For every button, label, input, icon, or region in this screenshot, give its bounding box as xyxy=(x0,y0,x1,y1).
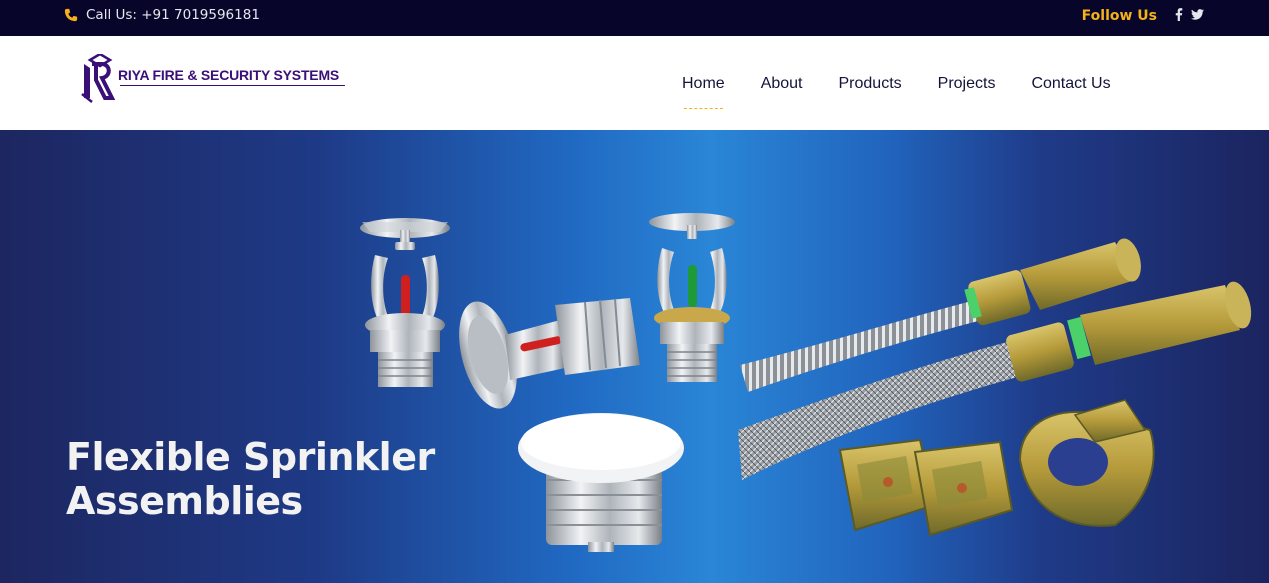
pendent-sprinkler-red xyxy=(360,218,450,387)
call-us[interactable]: Call Us: +91 7019596181 xyxy=(64,0,260,30)
site-logo[interactable]: RIYA FIRE & SECURITY SYSTEMS xyxy=(80,54,350,104)
pendent-sprinkler-green xyxy=(649,213,735,382)
nav-projects[interactable]: Projects xyxy=(938,72,996,96)
hero-title-line-2: Assemblies xyxy=(66,479,303,523)
follow-us: Follow Us xyxy=(1082,0,1204,32)
twitter-icon[interactable] xyxy=(1191,8,1204,24)
nav-home[interactable]: Home xyxy=(682,72,725,109)
logo-underline xyxy=(120,85,345,86)
main-nav: Home About Products Projects Contact Us xyxy=(665,72,1147,109)
concealed-cover-plate xyxy=(518,413,684,552)
mounting-brackets xyxy=(838,399,1155,537)
hero-title-line-1: Flexible Sprinkler xyxy=(66,435,435,479)
top-bar: Call Us: +91 7019596181 Follow Us xyxy=(0,0,1269,36)
site-header: RIYA FIRE & SECURITY SYSTEMS Home About … xyxy=(0,36,1269,130)
nav-products[interactable]: Products xyxy=(839,72,902,96)
logo-text: RIYA FIRE & SECURITY SYSTEMS xyxy=(118,67,340,83)
hero-banner: Flexible Sprinkler Assemblies xyxy=(0,130,1269,583)
call-us-text: Call Us: +91 7019596181 xyxy=(86,7,260,23)
phone-icon xyxy=(64,8,78,22)
sidewall-sprinkler xyxy=(459,298,640,409)
hero-title: Flexible Sprinkler Assemblies xyxy=(66,435,435,523)
logo-mark-icon xyxy=(81,54,116,103)
nav-contact-us[interactable]: Contact Us xyxy=(1031,72,1110,96)
facebook-icon[interactable] xyxy=(1175,7,1183,25)
follow-us-label: Follow Us xyxy=(1081,8,1157,24)
nav-about[interactable]: About xyxy=(761,72,803,96)
